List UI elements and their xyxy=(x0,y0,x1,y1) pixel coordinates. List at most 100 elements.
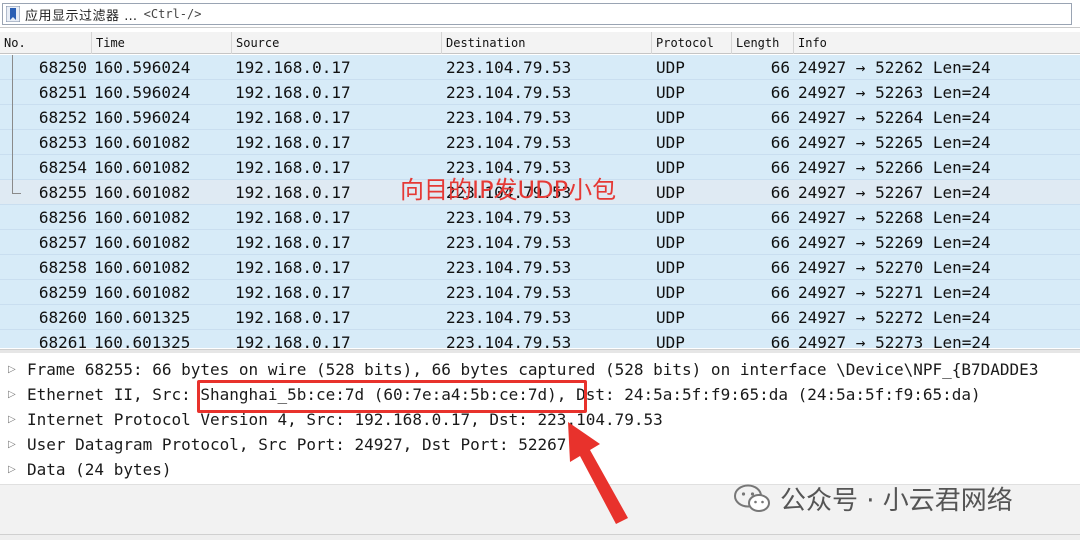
packet-protocol: UDP xyxy=(656,58,685,77)
packet-source: 192.168.0.17 xyxy=(235,158,351,177)
column-header-time[interactable]: Time xyxy=(92,32,232,54)
packet-time: 160.596024 xyxy=(94,83,191,102)
detail-row-udp[interactable]: ▷ User Datagram Protocol, Src Port: 2492… xyxy=(0,432,1080,457)
packet-protocol: UDP xyxy=(656,83,685,102)
packet-protocol: UDP xyxy=(656,208,685,227)
packet-length: 66 xyxy=(770,258,790,277)
column-header-protocol[interactable]: Protocol xyxy=(652,32,732,54)
column-header-destination[interactable]: Destination xyxy=(442,32,652,54)
packet-time: 160.601082 xyxy=(94,208,191,227)
bookmark-icon[interactable] xyxy=(6,6,20,22)
filter-placeholder: 应用显示过滤器 … xyxy=(25,8,138,24)
expand-arrow-icon[interactable]: ▷ xyxy=(8,432,16,457)
pane-splitter[interactable] xyxy=(0,349,1080,353)
display-filter-input[interactable]: 应用显示过滤器 … <Ctrl-/> xyxy=(2,3,1072,25)
packet-info: 24927 → 52273 Len=24 xyxy=(798,333,991,348)
column-header-no[interactable]: No. xyxy=(0,32,92,54)
packet-length: 66 xyxy=(770,183,790,202)
annotation-arrow xyxy=(568,422,628,524)
packet-source: 192.168.0.17 xyxy=(235,308,351,327)
packet-number: 68261 xyxy=(38,333,87,348)
detail-row-frame[interactable]: ▷ Frame 68255: 66 bytes on wire (528 bit… xyxy=(0,357,1080,382)
packet-destination: 223.104.79.53 xyxy=(446,333,572,348)
packet-list-header: No. Time Source Destination Protocol Len… xyxy=(0,32,1080,54)
annotation-label: 向目的IP发UDP小包 xyxy=(400,176,617,204)
highlight-box xyxy=(197,380,587,413)
packet-destination: 223.104.79.53 xyxy=(446,58,572,77)
packet-source: 192.168.0.17 xyxy=(235,283,351,302)
packet-number: 68254 xyxy=(38,158,87,177)
watermark: 公众号 · 小云君网络 xyxy=(734,480,1013,517)
packet-length: 66 xyxy=(770,58,790,77)
packet-row[interactable]: 68259 160.601082 192.168.0.17 223.104.79.53… xyxy=(0,280,1080,305)
packet-number: 68258 xyxy=(38,258,87,277)
related-packet-tick xyxy=(12,192,21,194)
column-header-length[interactable]: Length xyxy=(732,32,794,54)
detail-row-data[interactable]: ▷ Data (24 bytes) xyxy=(0,457,1080,482)
packet-length: 66 xyxy=(770,283,790,302)
expand-arrow-icon[interactable]: ▷ xyxy=(8,407,16,432)
wechat-icon xyxy=(734,484,770,512)
packet-info: 24927 → 52271 Len=24 xyxy=(798,283,991,302)
packet-length: 66 xyxy=(770,83,790,102)
packet-destination: 223.104.79.53 xyxy=(446,258,572,277)
watermark-text: 公众号 · 小云君网络 xyxy=(780,486,1013,516)
expand-arrow-icon[interactable]: ▷ xyxy=(8,382,16,407)
packet-source: 192.168.0.17 xyxy=(235,258,351,277)
packet-source: 192.168.0.17 xyxy=(235,83,351,102)
packet-info: 24927 → 52268 Len=24 xyxy=(798,208,991,227)
packet-info: 24927 → 52269 Len=24 xyxy=(798,233,991,252)
packet-length: 66 xyxy=(770,333,790,348)
expand-arrow-icon[interactable]: ▷ xyxy=(8,357,16,382)
packet-row[interactable]: 68256 160.601082 192.168.0.17 223.104.79.53… xyxy=(0,205,1080,230)
column-header-source[interactable]: Source xyxy=(232,32,442,54)
packet-info: 24927 → 52262 Len=24 xyxy=(798,58,991,77)
packet-time: 160.601082 xyxy=(94,183,191,202)
packet-row[interactable]: 68252 160.596024 192.168.0.17 223.104.79.53… xyxy=(0,105,1080,130)
packet-source: 192.168.0.17 xyxy=(235,108,351,127)
packet-destination: 223.104.79.53 xyxy=(446,108,572,127)
packet-protocol: UDP xyxy=(656,283,685,302)
related-packet-line xyxy=(12,55,13,193)
packet-length: 66 xyxy=(770,233,790,252)
packet-info: 24927 → 52270 Len=24 xyxy=(798,258,991,277)
packet-source: 192.168.0.17 xyxy=(235,58,351,77)
packet-length: 66 xyxy=(770,108,790,127)
packet-number: 68251 xyxy=(38,83,87,102)
packet-row[interactable]: 68258 160.601082 192.168.0.17 223.104.79.53… xyxy=(0,255,1080,280)
packet-destination: 223.104.79.53 xyxy=(446,208,572,227)
packet-info: 24927 → 52272 Len=24 xyxy=(798,308,991,327)
packet-source: 192.168.0.17 xyxy=(235,333,351,348)
packet-row[interactable]: 68253 160.601082 192.168.0.17 223.104.79.53… xyxy=(0,130,1080,155)
packet-row[interactable]: 68261 160.601325 192.168.0.17 223.104.79.53… xyxy=(0,330,1080,348)
packet-time: 160.601325 xyxy=(94,333,191,348)
packet-number: 68252 xyxy=(38,108,87,127)
expand-arrow-icon[interactable]: ▷ xyxy=(8,457,16,482)
packet-number: 68256 xyxy=(38,208,87,227)
packet-number: 68250 xyxy=(38,58,87,77)
packet-protocol: UDP xyxy=(656,133,685,152)
packet-source: 192.168.0.17 xyxy=(235,183,351,202)
column-header-info[interactable]: Info xyxy=(794,32,1080,54)
packet-time: 160.601082 xyxy=(94,258,191,277)
packet-row[interactable]: 68260 160.601325 192.168.0.17 223.104.79.53… xyxy=(0,305,1080,330)
packet-time: 160.601325 xyxy=(94,308,191,327)
packet-destination: 223.104.79.53 xyxy=(446,308,572,327)
packet-time: 160.601082 xyxy=(94,133,191,152)
packet-info: 24927 → 52265 Len=24 xyxy=(798,133,991,152)
packet-time: 160.601082 xyxy=(94,233,191,252)
packet-row[interactable]: 68257 160.601082 192.168.0.17 223.104.79.53… xyxy=(0,230,1080,255)
packet-info: 24927 → 52267 Len=24 xyxy=(798,183,991,202)
packet-number: 68260 xyxy=(38,308,87,327)
packet-source: 192.168.0.17 xyxy=(235,133,351,152)
packet-row[interactable]: 68251 160.596024 192.168.0.17 223.104.79.53… xyxy=(0,80,1080,105)
packet-destination: 223.104.79.53 xyxy=(446,283,572,302)
packet-protocol: UDP xyxy=(656,333,685,348)
packet-length: 66 xyxy=(770,308,790,327)
packet-length: 66 xyxy=(770,208,790,227)
packet-protocol: UDP xyxy=(656,308,685,327)
detail-text: User Datagram Protocol, Src Port: 24927,… xyxy=(27,435,567,454)
packet-row[interactable]: 68250 160.596024 192.168.0.17 223.104.79.53… xyxy=(0,55,1080,80)
packet-source: 192.168.0.17 xyxy=(235,233,351,252)
packet-protocol: UDP xyxy=(656,233,685,252)
